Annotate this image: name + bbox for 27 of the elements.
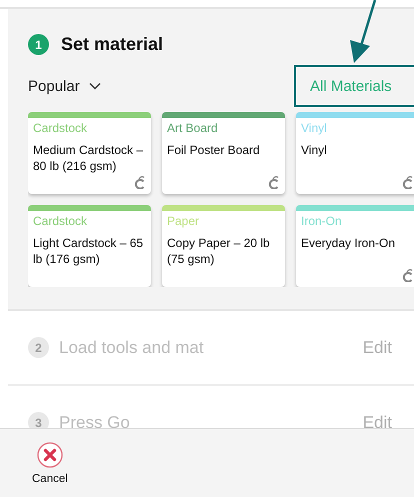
material-category: Vinyl [301,121,328,135]
material-name: Foil Poster Board [167,142,261,158]
cancel-button[interactable]: Cancel [32,442,68,484]
material-category: Cardstock [33,214,88,228]
chevron-down-icon [88,82,101,90]
material-category: Art Board [167,121,219,135]
material-card[interactable]: Cardstock Light Cardstock – 65 lb (176 gsm) [28,205,151,287]
material-category: Paper [167,214,200,228]
material-name: Everyday Iron-On [301,235,396,251]
material-name: Vinyl [301,142,328,158]
step-number: 3 [28,412,49,428]
step-number: 2 [28,337,49,358]
material-name: Copy Paper – 20 lb (75 gsm) [167,235,271,267]
material-name: Medium Cardstock – 80 lb (216 gsm) [33,142,144,174]
material-card[interactable]: Cardstock Medium Cardstock – 80 lb (216 gsm) [28,112,151,194]
step-title: Set material [61,34,164,55]
step-title: Load tools and mat [59,338,205,358]
material-category: Cardstock [33,121,88,135]
material-name: Light Cardstock – 65 lb (176 gsm) [33,235,144,267]
material-card[interactable]: Iron-On Everyday Iron-On [296,205,414,287]
step-number: 1 [28,34,49,55]
step-title: Press Go [59,412,131,428]
material-card[interactable]: Vinyl Vinyl [296,112,414,194]
filter-dropdown[interactable]: Popular [28,78,101,94]
material-category: Iron-On [301,214,343,228]
material-card[interactable]: Paper Copy Paper – 20 lb (75 gsm) [162,205,285,287]
material-card[interactable]: Art Board Foil Poster Board [162,112,285,194]
